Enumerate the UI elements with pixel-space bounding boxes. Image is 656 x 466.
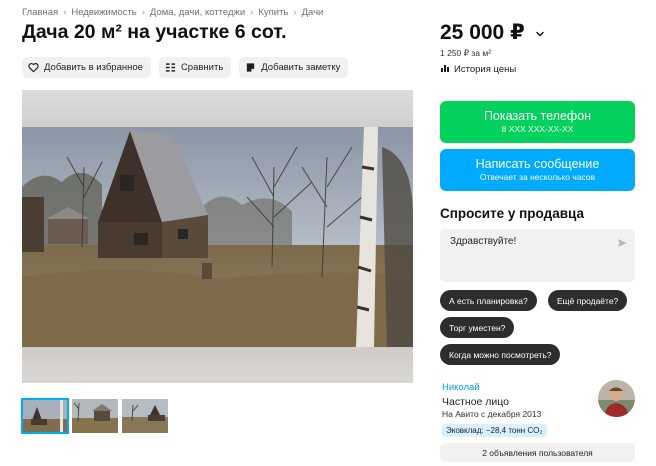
price-per-m2: 1 250 ₽ за м²: [440, 48, 492, 58]
write-message-button[interactable]: Написать сообщение Отвечает за несколько…: [440, 149, 635, 191]
breadcrumb-item-houses[interactable]: Дома, дачи, коттеджи: [150, 7, 245, 18]
add-note-button[interactable]: Добавить заметку: [239, 57, 349, 78]
heart-icon: [28, 62, 39, 73]
seller-since: На Авито с декабря 2013: [442, 409, 542, 419]
ask-seller-heading: Спросите у продавца: [440, 206, 584, 221]
write-message-label: Написать сообщение: [475, 157, 600, 171]
listing-photo: [22, 127, 413, 347]
photo-blur-top: [22, 90, 413, 127]
favorite-button[interactable]: Добавить в избранное: [22, 57, 151, 78]
breadcrumb-item-home[interactable]: Главная: [22, 7, 58, 18]
chevron-down-icon[interactable]: [535, 21, 545, 45]
note-icon: [245, 62, 256, 73]
thumbnail-2[interactable]: [72, 399, 118, 433]
send-icon[interactable]: [617, 238, 627, 248]
quick-question-chip[interactable]: Ещё продаёте?: [548, 290, 628, 311]
compare-icon: [165, 62, 176, 73]
thumbnail-3[interactable]: [122, 399, 168, 433]
show-phone-button[interactable]: Показать телефон 8 XXX XXX-XX-XX: [440, 101, 635, 143]
thumbnail-1[interactable]: [21, 398, 69, 434]
page-title: Дача 20 м² на участке 6 сот.: [22, 21, 287, 43]
quick-question-chip[interactable]: Торг уместен?: [440, 317, 515, 338]
quick-question-chip[interactable]: Когда можно посмотреть?: [440, 344, 561, 365]
price: 25 000 ₽: [440, 20, 545, 45]
photo-blur-bottom: [22, 347, 413, 383]
ask-seller-draft: Здравствуйте!: [450, 236, 517, 247]
listing-actions: Добавить в избранное Сравнить Добавить з…: [22, 57, 349, 78]
seller-name-link[interactable]: Николай: [442, 382, 480, 393]
compare-button[interactable]: Сравнить: [158, 57, 232, 78]
breadcrumb-item-realty[interactable]: Недвижимость: [71, 7, 136, 18]
ask-seller-input[interactable]: Здравствуйте!: [440, 229, 635, 282]
price-history-link[interactable]: История цены: [440, 63, 516, 76]
avatar[interactable]: [598, 380, 635, 417]
breadcrumb-separator: ›: [141, 7, 145, 18]
breadcrumb-item-dachas[interactable]: Дачи: [302, 7, 324, 18]
response-time-hint: Отвечает за несколько часов: [479, 172, 596, 182]
chart-icon: [440, 63, 450, 76]
show-phone-label: Показать телефон: [483, 109, 592, 123]
breadcrumb: Главная › Недвижимость › Дома, дачи, кот…: [22, 7, 323, 18]
breadcrumb-item-buy[interactable]: Купить: [258, 7, 288, 18]
thumbnail-strip: [21, 398, 168, 434]
breadcrumb-separator: ›: [63, 7, 67, 18]
note-label: Добавить заметку: [261, 62, 341, 73]
breadcrumb-separator: ›: [293, 7, 297, 18]
compare-label: Сравнить: [180, 62, 224, 73]
eco-badge[interactable]: Эковклад: −28,4 тонн CO₂: [442, 424, 547, 437]
price-value: 25 000 ₽: [440, 21, 525, 44]
seller-type: Частное лицо: [442, 396, 510, 408]
photo-gallery[interactable]: [22, 90, 413, 383]
seller-listings-button[interactable]: 2 объявления пользователя: [440, 443, 635, 462]
quick-question-chip[interactable]: А есть планировка?: [440, 290, 537, 311]
breadcrumb-separator: ›: [250, 7, 254, 18]
phone-number-mask: 8 XXX XXX-XX-XX: [501, 124, 574, 134]
favorite-label: Добавить в избранное: [44, 62, 143, 73]
price-history-label: История цены: [454, 64, 517, 75]
